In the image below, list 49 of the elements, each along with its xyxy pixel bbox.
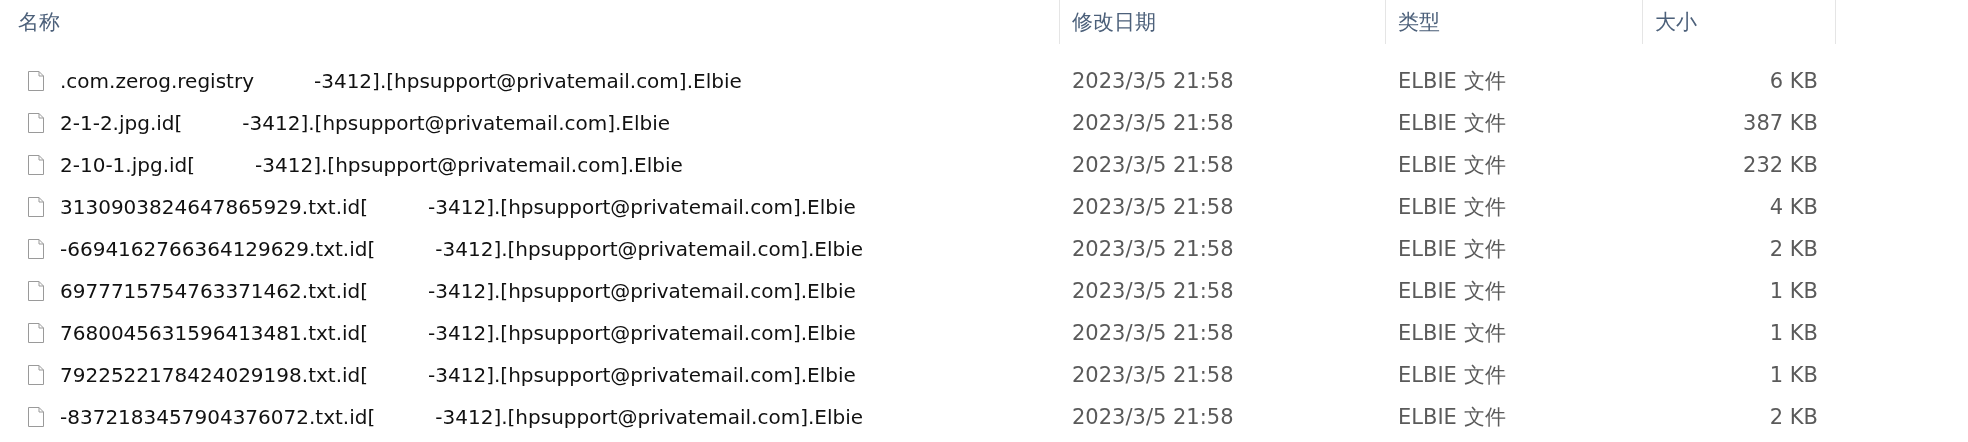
file-name[interactable]: 3130903824647865929.txt.id[ -3412].[hpsupport@privatemail.com].Elbie: [60, 195, 856, 219]
file-name[interactable]: 2-1-2.jpg.id[ -3412].[hpsupport@privatemail.com].Elbie: [60, 111, 671, 135]
file-name[interactable]: -6694162766364129629.txt.id[ -3412].[hpsupport@privatemail.com].Elbie: [60, 237, 864, 261]
column-header[interactable]: 名称: [0, 0, 1060, 44]
file-icon: [28, 365, 44, 385]
file-type: ELBIE 文件: [1398, 153, 1506, 177]
file-type: ELBIE 文件: [1398, 195, 1506, 219]
file-type: ELBIE 文件: [1398, 69, 1506, 93]
file-name[interactable]: 2-10-1.jpg.id[ -3412].[hpsupport@privatemail.com].Elbie: [60, 153, 683, 177]
file-name[interactable]: 7680045631596413481.txt.id[ -3412].[hpsupport@privatemail.com].Elbie: [60, 321, 856, 345]
modified-date: 2023/3/5 21:58: [1072, 69, 1234, 93]
file-icon: [28, 407, 44, 427]
modified-date: 2023/3/5 21:58: [1072, 153, 1234, 177]
column-header[interactable]: 大小: [1643, 0, 1836, 44]
modified-date: 2023/3/5 21:58: [1072, 279, 1234, 303]
file-icon: [28, 113, 44, 133]
modified-date: 2023/3/5 21:58: [1072, 363, 1234, 387]
file-icon: [28, 239, 44, 259]
file-size: 1 KB: [1769, 363, 1818, 387]
file-size: 1 KB: [1769, 321, 1818, 345]
column-header[interactable]: 类型: [1386, 0, 1643, 44]
file-size: 387 KB: [1743, 111, 1818, 135]
file-icon: [28, 281, 44, 301]
file-name[interactable]: 7922522178424029198.txt.id[ -3412].[hpsupport@privatemail.com].Elbie: [60, 363, 856, 387]
file-name[interactable]: -8372183457904376072.txt.id[ -3412].[hpsupport@privatemail.com].Elbie: [60, 405, 864, 429]
file-type: ELBIE 文件: [1398, 279, 1506, 303]
modified-date: 2023/3/5 21:58: [1072, 195, 1234, 219]
file-icon: [28, 197, 44, 217]
file-type: ELBIE 文件: [1398, 405, 1506, 429]
file-size: 2 KB: [1769, 405, 1818, 429]
file-icon: [28, 155, 44, 175]
file-size: 4 KB: [1769, 195, 1818, 219]
file-icon: [28, 71, 44, 91]
file-size: 232 KB: [1743, 153, 1818, 177]
file-size: 2 KB: [1769, 237, 1818, 261]
file-name[interactable]: 6977715754763371462.txt.id[ -3412].[hpsupport@privatemail.com].Elbie: [60, 279, 856, 303]
modified-date: 2023/3/5 21:58: [1072, 111, 1234, 135]
file-type: ELBIE 文件: [1398, 237, 1506, 261]
column-header[interactable]: 修改日期: [1060, 0, 1386, 44]
modified-date: 2023/3/5 21:58: [1072, 405, 1234, 429]
file-type: ELBIE 文件: [1398, 111, 1506, 135]
file-size: 6 KB: [1769, 69, 1818, 93]
file-type: ELBIE 文件: [1398, 321, 1506, 345]
file-size: 1 KB: [1769, 279, 1818, 303]
modified-date: 2023/3/5 21:58: [1072, 237, 1234, 261]
file-icon: [28, 323, 44, 343]
file-type: ELBIE 文件: [1398, 363, 1506, 387]
file-name[interactable]: .com.zerog.registry -3412].[hpsupport@privatemail.com].Elbie: [60, 69, 742, 93]
modified-date: 2023/3/5 21:58: [1072, 321, 1234, 345]
